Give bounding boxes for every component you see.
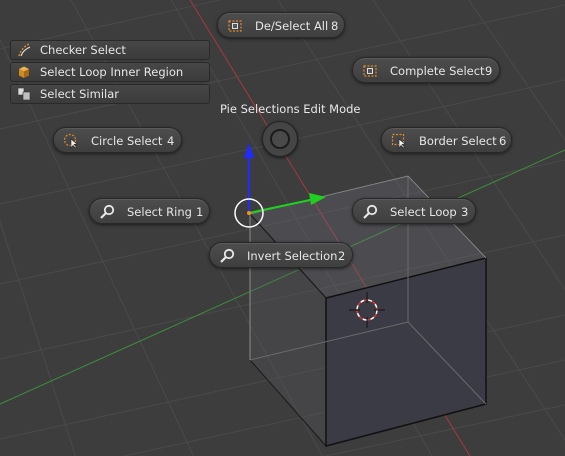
select-all-icon: [228, 20, 242, 32]
menu-item-checker-select[interactable]: Checker Select: [10, 40, 210, 60]
invert-selection-icon: [220, 248, 235, 263]
complete-select-button[interactable]: Complete Select 9: [352, 57, 500, 83]
loop-select-icon: [363, 204, 378, 219]
deselect-all-button[interactable]: De/Select All 8: [217, 12, 345, 38]
pie-menu-center: [262, 121, 298, 157]
menu-item-label: Checker Select: [40, 43, 126, 57]
select-loop-number: 3: [461, 205, 469, 219]
select-loop-button[interactable]: Select Loop 3: [352, 198, 476, 224]
invert-selection-label: Invert Selection: [247, 249, 338, 263]
deselect-all-number: 8: [331, 19, 339, 33]
circle-select-icon: [63, 133, 78, 149]
select-loop-label: Select Loop: [390, 205, 457, 219]
select-ring-label: Select Ring: [127, 205, 192, 219]
pie-menu-title: Pie Selections Edit Mode: [220, 102, 361, 116]
menu-item-label: Select Similar: [40, 87, 119, 101]
circle-select-label: Circle Select: [91, 134, 163, 148]
circle-select-button[interactable]: Circle Select 4: [53, 127, 182, 153]
checker-select-icon: [18, 43, 31, 57]
ring-select-icon: [100, 204, 115, 219]
deselect-all-label: De/Select All: [255, 19, 329, 33]
invert-selection-button[interactable]: Invert Selection 2: [209, 242, 353, 268]
loop-inner-region-icon: [19, 66, 29, 78]
complete-select-icon: [363, 65, 377, 77]
complete-select-number: 9: [485, 64, 493, 78]
menu-item-select-similar[interactable]: Select Similar: [10, 84, 210, 104]
menu-item-label: Select Loop Inner Region: [40, 65, 184, 79]
circle-select-number: 4: [167, 134, 175, 148]
border-select-label: Border Select: [419, 134, 497, 148]
invert-selection-number: 2: [338, 249, 346, 263]
border-select-number: 6: [499, 134, 507, 148]
menu-item-select-loop-inner-region[interactable]: Select Loop Inner Region: [10, 62, 210, 82]
select-similar-icon: [17, 87, 31, 101]
border-select-icon: [391, 133, 406, 149]
complete-select-label: Complete Select: [390, 64, 485, 78]
select-ring-number: 1: [196, 205, 204, 219]
select-ring-button[interactable]: Select Ring 1: [89, 198, 210, 224]
3d-viewport[interactable]: Pie Selections Edit Mode De/Select All 8…: [0, 0, 565, 456]
border-select-button[interactable]: Border Select 6: [381, 127, 512, 153]
